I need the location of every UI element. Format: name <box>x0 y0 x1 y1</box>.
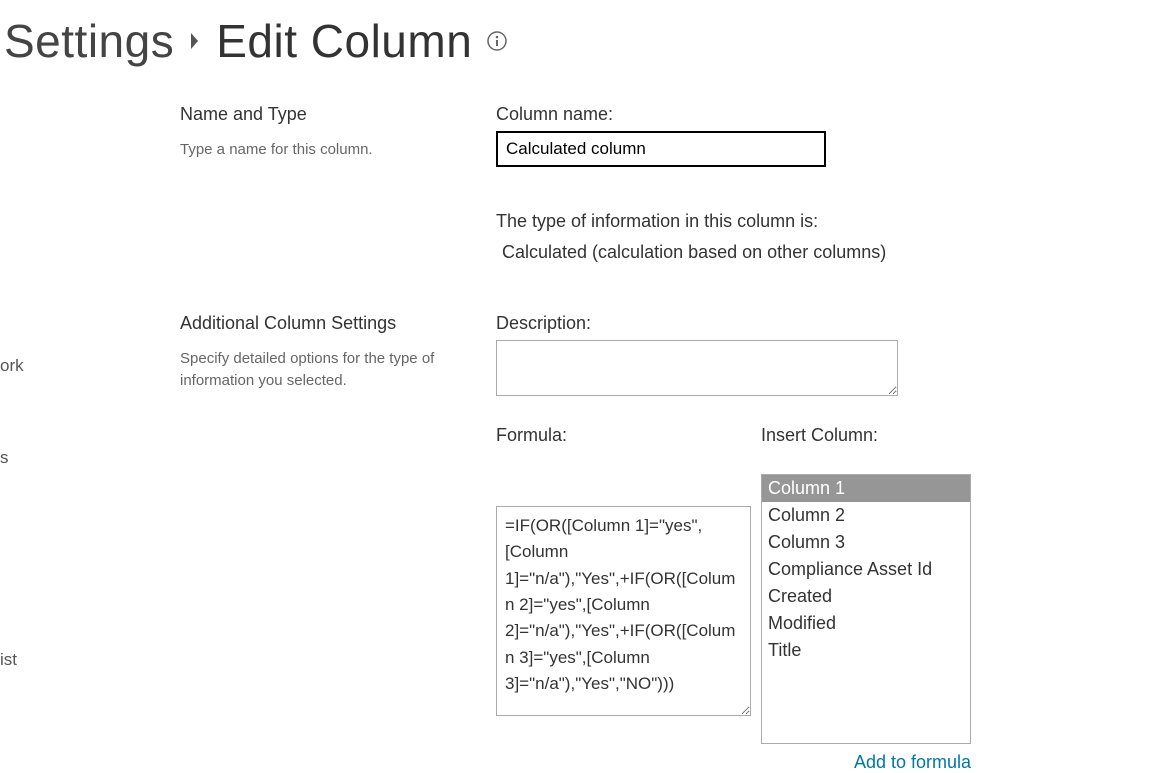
left-nav-fragment: s <box>0 448 9 468</box>
section-title-name-type: Name and Type <box>180 104 490 125</box>
insert-column-option[interactable]: Modified <box>762 610 970 637</box>
insert-column-label: Insert Column: <box>761 425 971 446</box>
page-title: Edit Column <box>216 18 472 64</box>
insert-column-option[interactable]: Column 3 <box>762 529 970 556</box>
insert-column-option[interactable]: Title <box>762 637 970 664</box>
left-nav-fragment: ist <box>0 650 17 670</box>
info-icon[interactable] <box>486 30 508 52</box>
chevron-right-icon <box>188 31 202 51</box>
formula-label: Formula: <box>496 425 751 446</box>
section-name-and-type: Name and Type Type a name for this colum… <box>180 104 1158 263</box>
left-nav-fragment: ork <box>0 356 24 376</box>
insert-column-option[interactable]: Column 2 <box>762 502 970 529</box>
type-info-lead: The type of information in this column i… <box>496 211 1118 232</box>
add-to-formula-link[interactable]: Add to formula <box>854 752 971 772</box>
section-title-additional: Additional Column Settings <box>180 313 490 334</box>
insert-column-option[interactable]: Column 1 <box>762 475 970 502</box>
column-name-input[interactable] <box>496 131 826 167</box>
insert-column-option[interactable]: Created <box>762 583 970 610</box>
insert-column-list[interactable]: Column 1Column 2Column 3Compliance Asset… <box>761 474 971 744</box>
description-label: Description: <box>496 313 1118 334</box>
section-additional-settings: Additional Column Settings Specify detai… <box>180 313 1158 773</box>
section-help-additional: Specify detailed options for the type of… <box>180 348 460 392</box>
description-textarea[interactable] <box>496 340 898 396</box>
insert-column-option[interactable]: Compliance Asset Id <box>762 556 970 583</box>
section-help-name-type: Type a name for this column. <box>180 139 460 161</box>
column-name-label: Column name: <box>496 104 1118 125</box>
breadcrumb-settings[interactable]: Settings <box>4 18 174 64</box>
type-info-value: Calculated (calculation based on other c… <box>496 242 1118 263</box>
breadcrumb: Settings Edit Column <box>0 0 1158 104</box>
formula-textarea[interactable] <box>496 506 751 716</box>
